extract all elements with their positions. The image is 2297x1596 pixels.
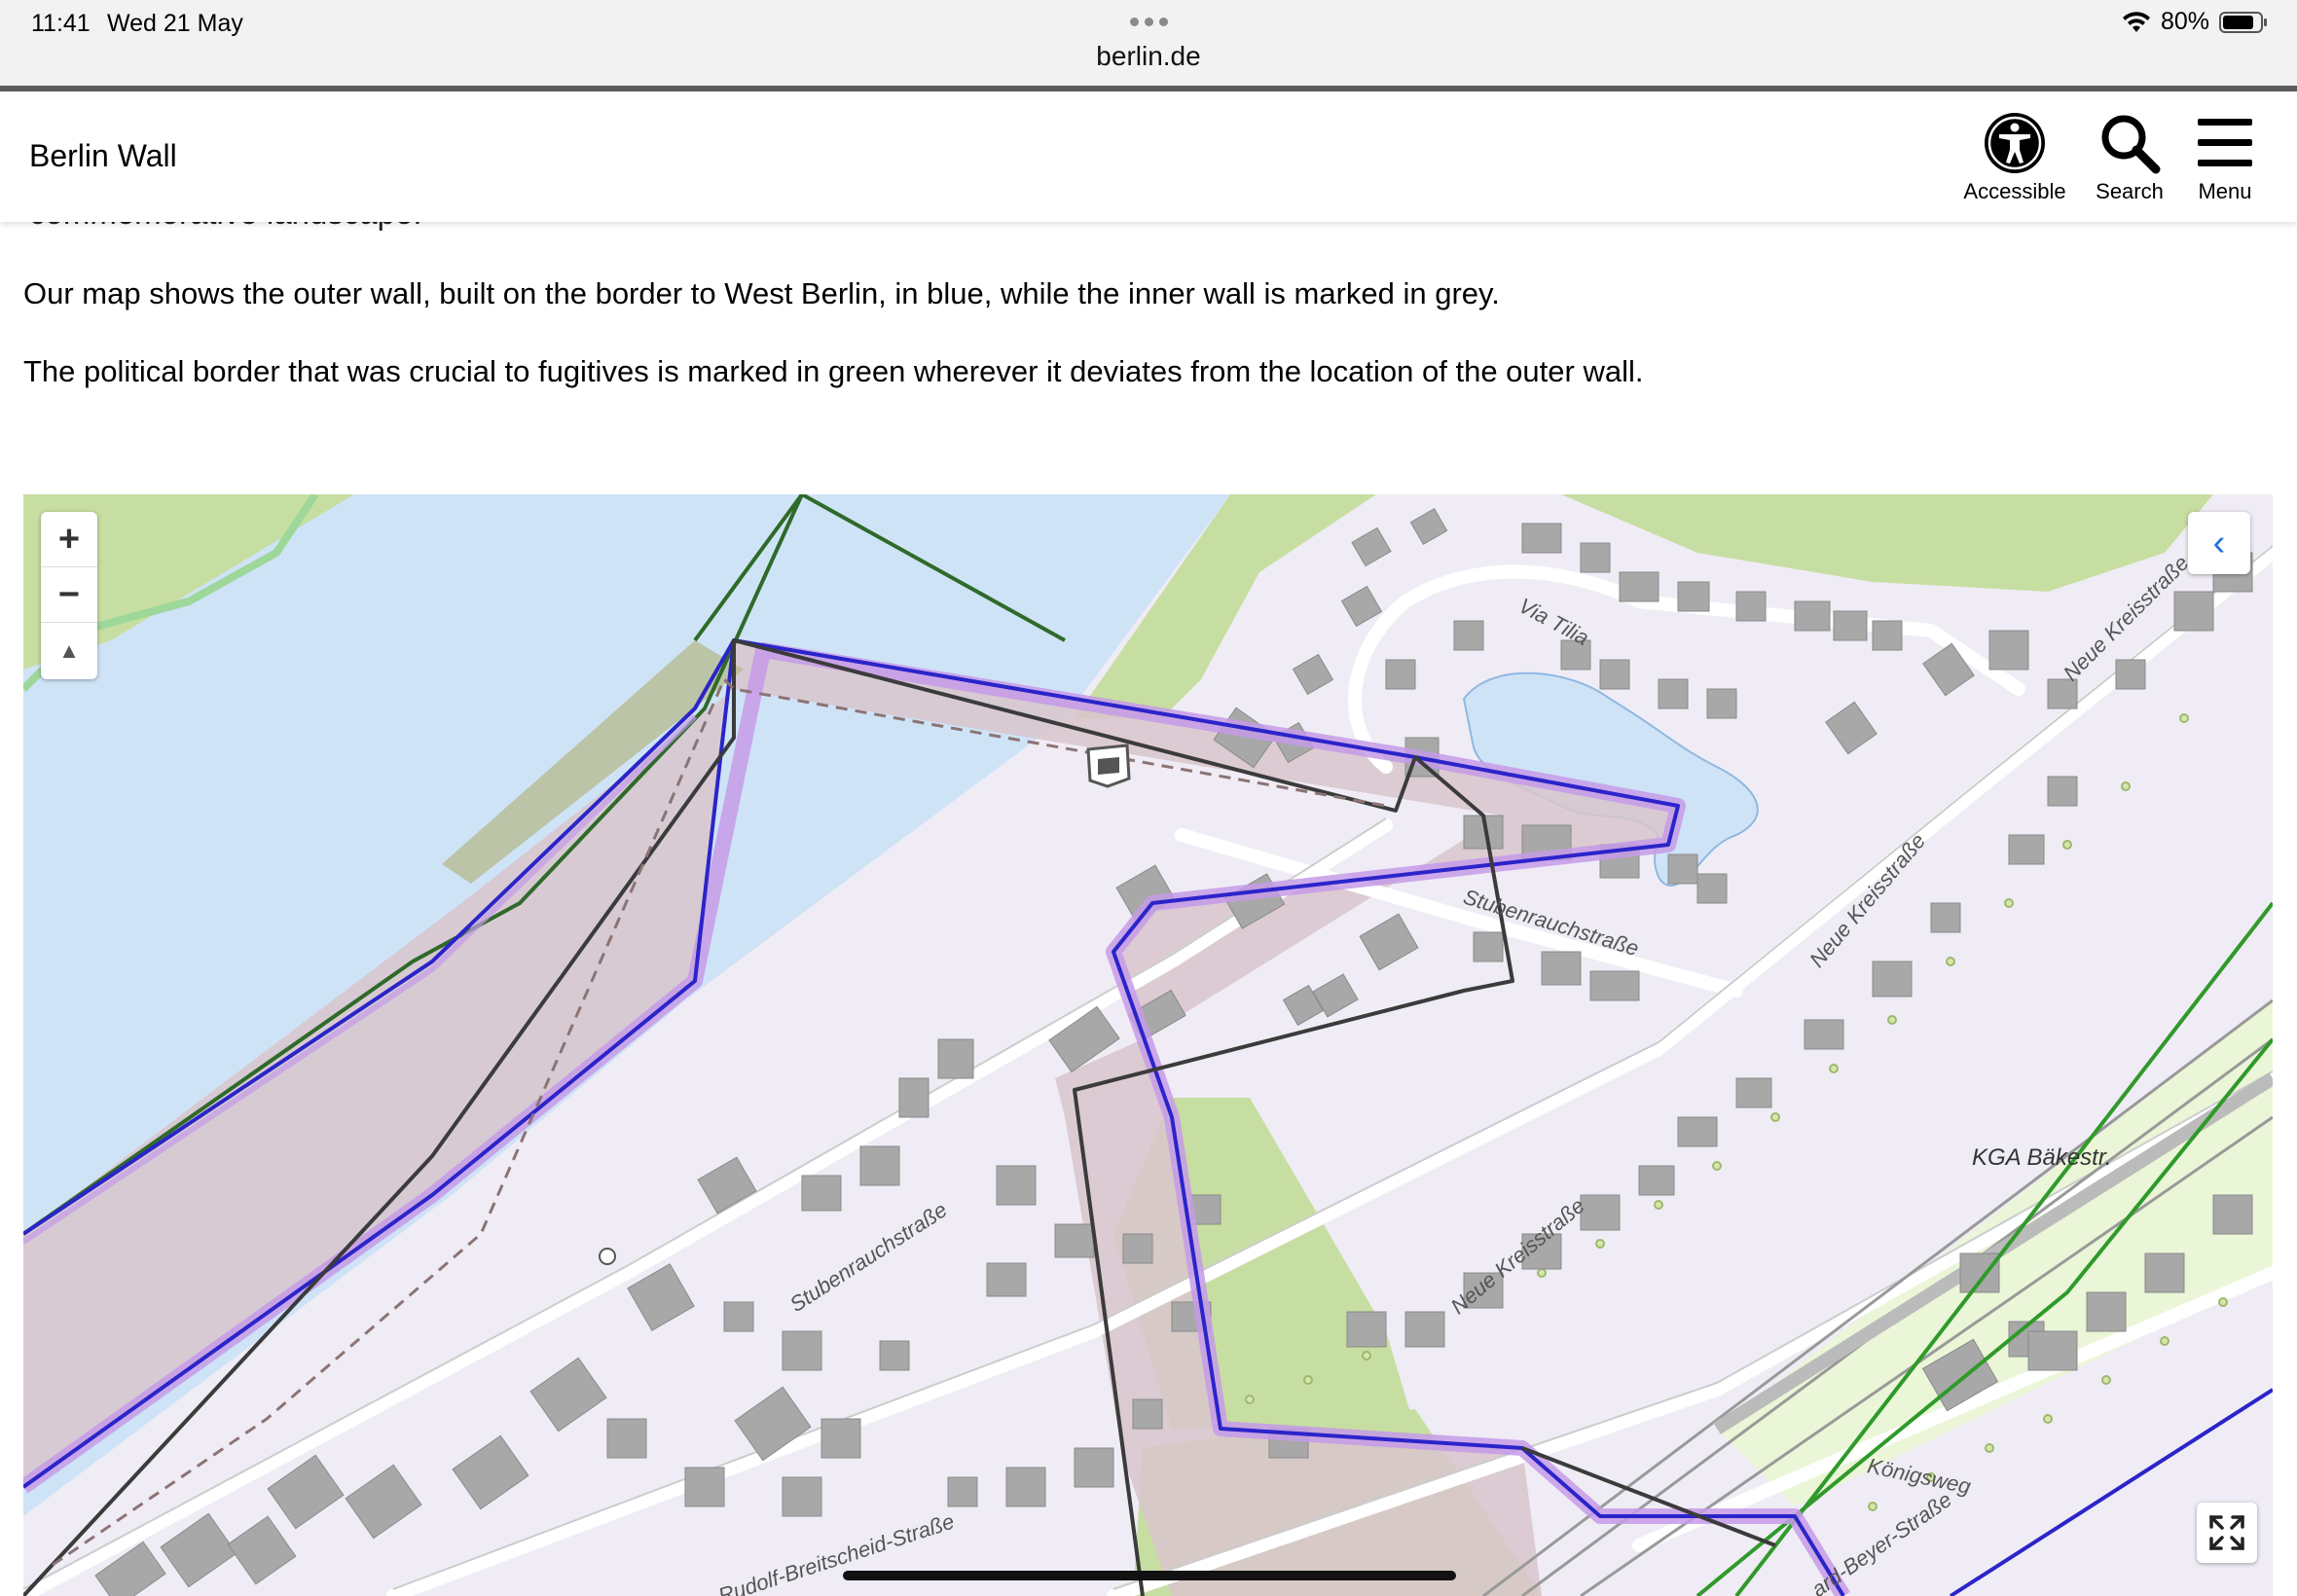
site-header: Berlin Wall Accessible Search Menu: [0, 91, 2297, 222]
page-title[interactable]: Berlin Wall: [29, 138, 177, 174]
home-indicator: [843, 1571, 1456, 1580]
point-marker-icon[interactable]: [599, 1248, 616, 1265]
accessible-label: Accessible: [1963, 179, 2066, 203]
menu-label: Menu: [2198, 179, 2252, 203]
hamburger-icon: [2198, 119, 2252, 166]
status-bar: 11:41 Wed 21 May berlin.de 80%: [0, 0, 2297, 88]
wifi-icon: [2122, 11, 2150, 32]
fullscreen-button[interactable]: [2197, 1503, 2257, 1563]
address-bar[interactable]: berlin.de: [0, 41, 2297, 72]
search-icon: [2101, 115, 2161, 174]
paragraph-outer-wall: Our map shows the outer wall, built on t…: [23, 276, 1500, 310]
map-label-kga: KGA Bäkestr.: [1972, 1144, 2112, 1171]
paragraph-political-border: The political border that was crucial to…: [23, 354, 1644, 388]
menu-button[interactable]: Menu: [2184, 111, 2266, 204]
battery-percent: 80%: [2160, 8, 2209, 35]
compass-button[interactable]: ▲: [41, 623, 97, 678]
map-canvas[interactable]: [23, 494, 2273, 1596]
battery-icon: [2219, 11, 2267, 33]
status-right: 80%: [2122, 8, 2268, 36]
status-time: 11:41: [31, 10, 91, 37]
zoom-controls: + − ▲: [41, 512, 97, 679]
watchtower-icon[interactable]: [1086, 744, 1131, 788]
search-label: Search: [2096, 179, 2164, 203]
accessible-button[interactable]: Accessible: [1954, 111, 2075, 204]
collapse-panel-button[interactable]: ‹: [2188, 512, 2250, 574]
zoom-out-button[interactable]: −: [41, 567, 97, 623]
search-button[interactable]: Search: [2085, 111, 2174, 204]
status-date: Wed 21 May: [107, 10, 243, 37]
map-view[interactable]: Via Tilia Neue Kreisstraße Neue Kreisstr…: [23, 494, 2273, 1596]
zoom-in-button[interactable]: +: [41, 512, 97, 567]
accessibility-icon: [1985, 113, 2045, 173]
fullscreen-icon: [2209, 1515, 2244, 1550]
more-dots-icon[interactable]: [1127, 14, 1171, 31]
